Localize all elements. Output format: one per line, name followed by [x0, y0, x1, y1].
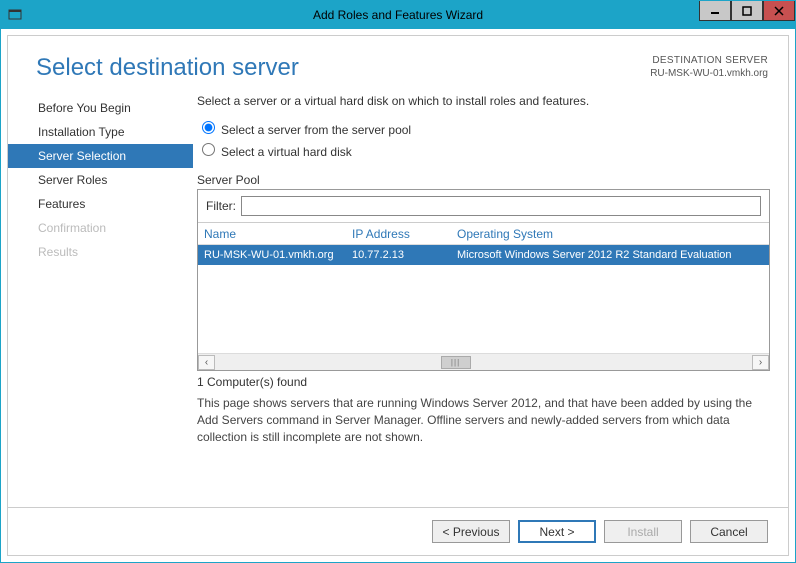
scroll-right-arrow-icon[interactable]: › — [752, 355, 769, 370]
filter-input[interactable] — [241, 196, 761, 216]
previous-button[interactable]: < Previous — [432, 520, 510, 543]
radio-server-pool[interactable]: Select a server from the server pool — [197, 118, 770, 137]
next-button[interactable]: Next > — [518, 520, 596, 543]
maximize-button[interactable] — [731, 1, 763, 21]
server-pool-box: Filter: Name IP Address Operating System… — [197, 189, 770, 371]
sidebar-item-confirmation: Confirmation — [8, 216, 193, 240]
cancel-button[interactable]: Cancel — [690, 520, 768, 543]
destination-server-name: RU-MSK-WU-01.vmkh.org — [650, 67, 768, 80]
table-row[interactable]: RU-MSK-WU-01.vmkh.org 10.77.2.13 Microso… — [198, 245, 769, 265]
cell-ip: 10.77.2.13 — [346, 249, 451, 261]
destination-info: DESTINATION SERVER RU-MSK-WU-01.vmkh.org — [650, 54, 768, 80]
page-title: Select destination server — [36, 54, 299, 82]
minimize-button[interactable] — [699, 1, 731, 21]
destination-label: DESTINATION SERVER — [650, 54, 768, 67]
wizard-window: Add Roles and Features Wizard Select des… — [0, 0, 796, 563]
install-button: Install — [604, 520, 682, 543]
col-header-os[interactable]: Operating System — [451, 227, 769, 241]
sidebar-item-installation-type[interactable]: Installation Type — [8, 120, 193, 144]
col-header-ip[interactable]: IP Address — [346, 227, 451, 241]
sidebar-item-before-you-begin[interactable]: Before You Begin — [8, 96, 193, 120]
cell-name: RU-MSK-WU-01.vmkh.org — [198, 249, 346, 261]
table-header: Name IP Address Operating System — [198, 223, 769, 245]
wizard-sidebar: Before You Begin Installation Type Serve… — [8, 92, 193, 487]
col-header-name[interactable]: Name — [198, 227, 346, 241]
sidebar-item-features[interactable]: Features — [8, 192, 193, 216]
scroll-thumb[interactable]: ||| — [441, 356, 471, 369]
radio-server-pool-label: Select a server from the server pool — [221, 123, 411, 137]
sidebar-item-results: Results — [8, 240, 193, 264]
horizontal-scrollbar[interactable]: ‹ ||| › — [198, 353, 769, 370]
radio-vhd[interactable]: Select a virtual hard disk — [197, 140, 770, 159]
wizard-inner: Select destination server DESTINATION SE… — [7, 35, 789, 556]
wizard-footer: < Previous Next > Install Cancel — [8, 507, 788, 555]
table-body[interactable]: RU-MSK-WU-01.vmkh.org 10.77.2.13 Microso… — [198, 245, 769, 353]
content-area: Select a server or a virtual hard disk o… — [193, 92, 788, 487]
computers-found: 1 Computer(s) found — [197, 375, 770, 389]
app-icon — [7, 7, 23, 23]
scroll-left-arrow-icon[interactable]: ‹ — [198, 355, 215, 370]
sidebar-item-server-selection[interactable]: Server Selection — [8, 144, 193, 168]
intro-text: Select a server or a virtual hard disk o… — [197, 94, 770, 108]
close-button[interactable] — [763, 1, 795, 21]
sidebar-item-server-roles[interactable]: Server Roles — [8, 168, 193, 192]
page-description: This page shows servers that are running… — [197, 395, 770, 445]
server-pool-label: Server Pool — [197, 173, 770, 187]
titlebar[interactable]: Add Roles and Features Wizard — [1, 1, 795, 29]
radio-server-pool-input[interactable] — [202, 121, 215, 134]
window-title: Add Roles and Features Wizard — [1, 8, 795, 22]
scroll-track[interactable]: ||| — [215, 355, 752, 370]
radio-vhd-input[interactable] — [202, 143, 215, 156]
radio-vhd-label: Select a virtual hard disk — [221, 145, 352, 159]
filter-label: Filter: — [206, 199, 236, 213]
cell-os: Microsoft Windows Server 2012 R2 Standar… — [451, 249, 769, 261]
